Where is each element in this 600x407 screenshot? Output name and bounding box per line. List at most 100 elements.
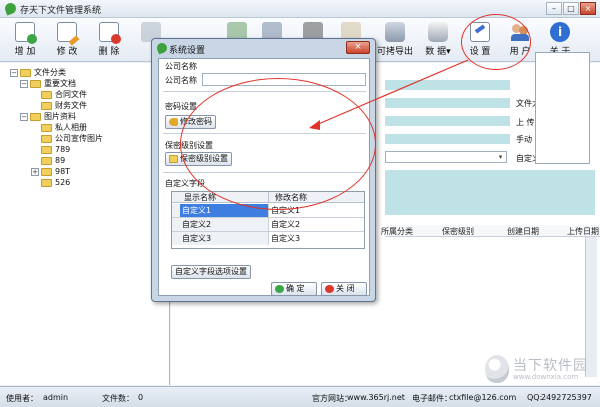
table-row[interactable]: 自定义3 自定义3 [172, 232, 364, 246]
folder-icon [41, 101, 52, 110]
system-settings-dialog: 系统设置 × 公司名称 公司名称 密码设置 修改密码 保密级别设置 保密级别设置… [151, 38, 376, 302]
modify-name-cell[interactable]: 自定义3 [268, 232, 364, 245]
website-link[interactable]: www.365rj.net [347, 393, 405, 402]
dialog-close-button[interactable]: × [346, 41, 370, 54]
file-count: 0 [138, 393, 144, 402]
delete-button[interactable]: 删 除 [92, 20, 126, 60]
edit-file-icon [57, 22, 80, 46]
key-icon [169, 117, 178, 126]
add-button[interactable]: 增 加 [8, 20, 42, 60]
info-icon: i [550, 22, 570, 42]
tree-item[interactable]: 526 [41, 177, 70, 188]
divider [163, 172, 366, 173]
file-grid-header: 所属分类 保密级别 创建日期 上传日期 [381, 225, 600, 237]
users-icon [510, 22, 530, 42]
table-row[interactable]: 自定义2 自定义2 [172, 218, 364, 232]
ok-button[interactable]: 确 定 [271, 282, 317, 296]
minimize-button[interactable]: – [546, 2, 562, 15]
secrecy-level-button[interactable]: 保密级别设置 [165, 152, 232, 166]
expand-icon[interactable]: + [31, 167, 39, 176]
app-logo-icon [3, 1, 18, 16]
column-header-modify: 修改名称 [268, 192, 364, 203]
display-name-cell[interactable]: 自定义1 [180, 204, 268, 217]
status-bar: 使用者： admin 文件数： 0 官方网站： www.365rj.net 电子… [0, 386, 600, 407]
detail-field[interactable] [385, 80, 510, 90]
collapse-icon[interactable]: − [20, 112, 28, 121]
divider [163, 133, 366, 134]
upload-label: 上 传 [516, 118, 535, 127]
tree-item[interactable]: 公司宣传图片 [41, 133, 103, 144]
company-name-input[interactable] [202, 73, 366, 86]
folder-icon [41, 123, 52, 132]
data-button[interactable]: 数 据▾ [418, 20, 458, 60]
tree-item[interactable]: − 重要文档 [20, 78, 76, 89]
folder-icon [41, 90, 52, 99]
display-name-cell[interactable]: 自定义3 [172, 232, 268, 245]
preview-image-box [535, 52, 590, 164]
folder-icon [169, 154, 178, 163]
divider [163, 91, 366, 92]
delete-file-icon [99, 22, 121, 44]
folder-icon [30, 112, 41, 121]
folder-icon [41, 167, 52, 176]
detail-field[interactable] [385, 116, 510, 126]
column-header-display: 显示名称 [172, 192, 268, 203]
detail-field[interactable] [385, 98, 510, 108]
change-password-button[interactable]: 修改密码 [165, 115, 216, 129]
collapse-icon[interactable]: − [10, 68, 18, 77]
custom-fields-table: 显示名称 修改名称 自定义1 自定义1 自定义2 自定义2 自定义3 自定义3 [171, 191, 365, 249]
display-name-cell[interactable]: 自定义2 [172, 218, 268, 231]
tree-item[interactable]: 789 [41, 144, 70, 155]
watermark: 当下软件园 www.downxia.com [485, 355, 595, 385]
close-button[interactable]: 关 闭 [321, 282, 367, 296]
tree-item[interactable]: − 图片资料 [20, 111, 76, 122]
check-icon [275, 284, 284, 293]
custom-fields-section-title: 自定义字段 [165, 179, 205, 188]
folder-icon [20, 68, 31, 77]
title-bar: 存天下文件管理系统 – □ × [0, 0, 600, 18]
category-tree: − 文件分类 − 重要文档 合同文件 财务文件 − 图片资料 私人相册 公司宣传图片 … [0, 63, 170, 385]
dialog-logo-icon [155, 41, 169, 55]
export-button[interactable]: 可拷导出 [375, 20, 415, 60]
category-combo[interactable]: ▾ [385, 151, 507, 163]
dialog-body: 公司名称 公司名称 密码设置 修改密码 保密级别设置 保密级别设置 自定义字段 … [158, 58, 370, 296]
folder-icon [41, 145, 52, 154]
export-icon [385, 22, 405, 42]
notes-area[interactable] [385, 170, 595, 215]
folder-icon [41, 134, 52, 143]
company-name-label: 公司名称 [165, 76, 197, 85]
tree-item[interactable]: 财务文件 [41, 100, 87, 111]
folder-icon [41, 156, 52, 165]
tree-item[interactable]: 合同文件 [41, 89, 87, 100]
table-row[interactable]: 自定义1 自定义1 [172, 204, 364, 218]
users-button[interactable]: 用 户 [503, 20, 537, 60]
password-section-title: 密码设置 [165, 102, 197, 111]
modify-name-cell[interactable]: 自定义1 [268, 204, 364, 217]
add-file-icon [15, 22, 37, 44]
edit-button[interactable]: 修 改 [50, 20, 84, 60]
company-section-title: 公司名称 [165, 62, 197, 71]
tree-item[interactable]: +98T [31, 166, 70, 177]
settings-icon [470, 22, 490, 42]
close-window-button[interactable]: × [580, 2, 596, 15]
user-name: admin [43, 393, 69, 402]
collapse-icon[interactable]: − [20, 79, 28, 88]
maximize-button[interactable]: □ [563, 2, 579, 15]
chevron-down-icon: ▾ [498, 153, 503, 161]
secrecy-section-title: 保密级别设置 [165, 141, 213, 150]
tree-item[interactable]: 私人相册 [41, 122, 87, 133]
tree-item[interactable]: 89 [41, 155, 65, 166]
folder-icon [41, 178, 52, 187]
folder-icon [30, 79, 41, 88]
watermark-logo-icon [485, 355, 509, 383]
qq-number: 2492725397 [541, 393, 592, 402]
database-icon [428, 22, 448, 42]
detail-field[interactable] [385, 134, 510, 144]
email-link[interactable]: ctxfile@126.com [449, 393, 516, 402]
custom-field-options-button[interactable]: 自定义字段选项设置 [171, 265, 251, 279]
modify-name-cell[interactable]: 自定义2 [268, 218, 364, 231]
manual-label: 手动 [516, 135, 532, 144]
tree-root[interactable]: − 文件分类 [10, 67, 66, 78]
dialog-title: 系统设置 [169, 46, 206, 56]
settings-button[interactable]: 设 置 [463, 20, 497, 60]
